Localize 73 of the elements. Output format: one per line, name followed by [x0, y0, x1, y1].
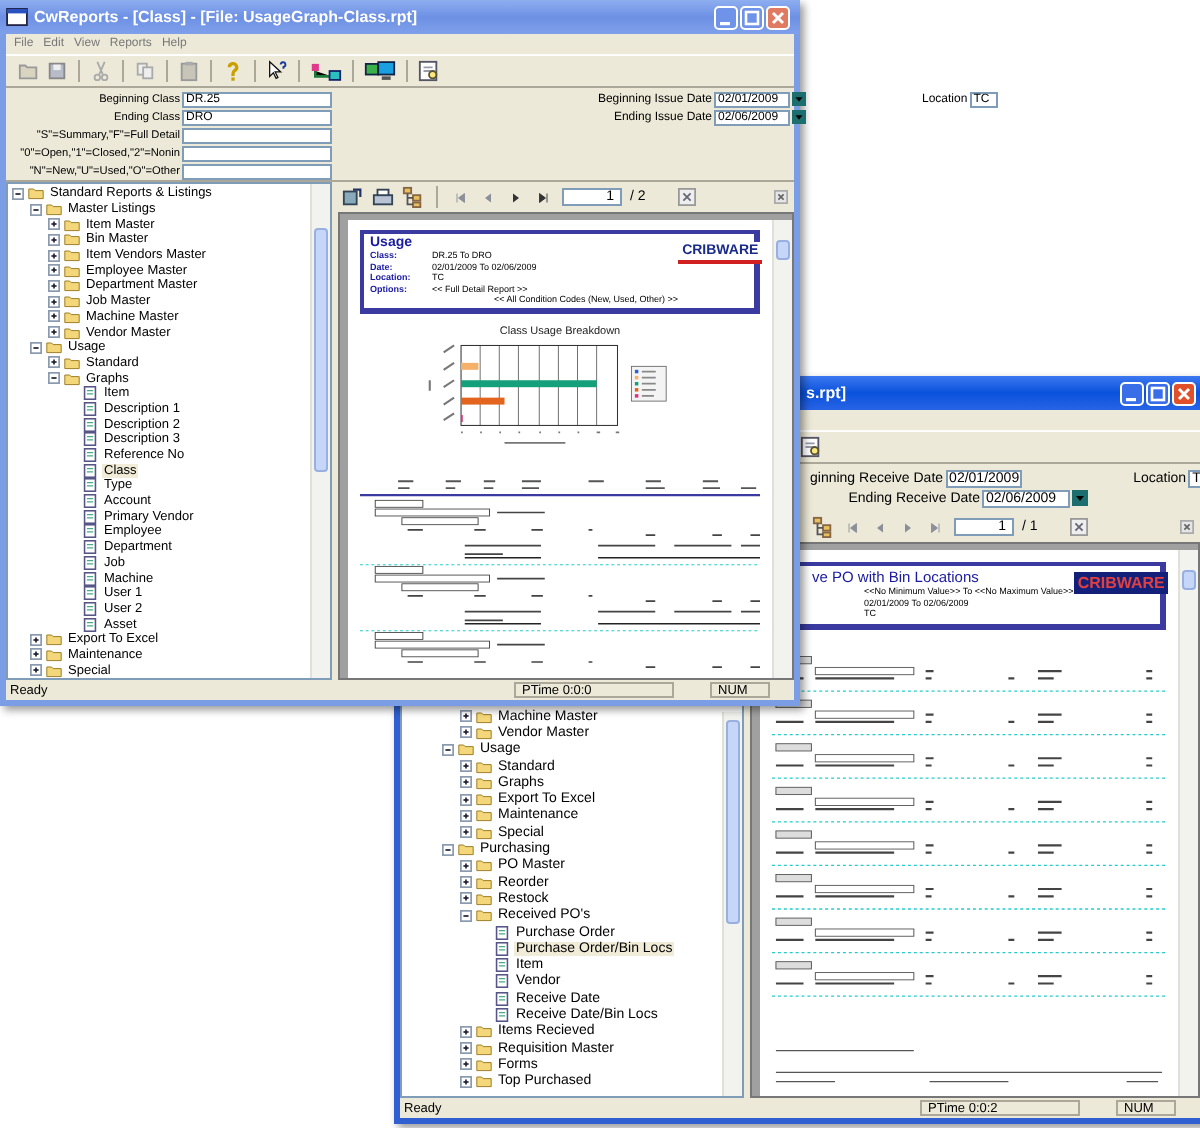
last-page-icon[interactable] [538, 191, 550, 203]
expander-icon[interactable] [48, 310, 60, 323]
maximize-button[interactable] [1146, 381, 1170, 405]
previous-page-icon[interactable] [482, 191, 494, 203]
expander-icon[interactable] [48, 218, 60, 231]
connection-icon[interactable] [310, 60, 342, 82]
app-icon [6, 8, 28, 26]
expander-icon[interactable] [48, 372, 60, 385]
expander-icon[interactable] [30, 341, 42, 354]
expander-icon[interactable] [460, 876, 472, 889]
expander-icon[interactable] [460, 826, 472, 839]
minimize-button[interactable] [1120, 381, 1144, 405]
expander-icon[interactable] [48, 264, 60, 277]
save-icon[interactable] [46, 60, 68, 82]
expander-icon[interactable] [48, 295, 60, 308]
export-icon[interactable] [342, 186, 364, 208]
close-icon[interactable] [1180, 520, 1194, 534]
tree-toggle-icon[interactable] [402, 186, 424, 208]
expander-icon[interactable] [460, 1042, 472, 1055]
close-button[interactable] [1172, 381, 1196, 405]
print-preview-icon[interactable] [800, 436, 822, 458]
tree-toggle-icon[interactable] [812, 516, 834, 538]
vertical-scrollbar[interactable] [772, 220, 792, 678]
vertical-scrollbar[interactable] [1178, 550, 1198, 1096]
input-field[interactable] [182, 163, 332, 179]
print-icon[interactable] [372, 186, 394, 208]
expander-icon[interactable] [12, 187, 24, 200]
expander-icon[interactable] [30, 664, 42, 677]
print-preview-icon[interactable] [418, 60, 440, 82]
previous-page-icon[interactable] [874, 521, 886, 533]
vertical-scrollbar[interactable] [722, 712, 742, 1096]
expander-icon[interactable] [48, 249, 60, 262]
expander-icon[interactable] [460, 859, 472, 872]
dropdown-button[interactable] [1072, 490, 1088, 506]
monitors-icon[interactable] [364, 60, 396, 82]
dropdown-button[interactable] [792, 92, 806, 106]
expander-icon[interactable] [460, 726, 472, 739]
company-logo: CRIBWARE [1073, 572, 1169, 594]
dropdown-button[interactable] [792, 110, 806, 124]
first-page-icon[interactable] [454, 191, 466, 203]
context-help-icon[interactable] [266, 60, 288, 82]
minimize-button[interactable] [714, 5, 738, 29]
first-page-icon[interactable] [846, 521, 858, 533]
stop-button[interactable] [1069, 518, 1088, 536]
expander-icon[interactable] [460, 710, 472, 723]
close-icon[interactable] [774, 190, 788, 204]
expander-icon[interactable] [460, 809, 472, 822]
input-field[interactable] [182, 127, 332, 143]
stop-button[interactable] [677, 188, 696, 206]
expander-icon[interactable] [442, 743, 454, 756]
expander-icon[interactable] [442, 843, 454, 856]
window-title: s.rpt] [806, 384, 846, 402]
expander-icon[interactable] [30, 203, 42, 216]
expander-icon[interactable] [460, 760, 472, 773]
vertical-scrollbar[interactable] [310, 184, 330, 678]
expander-icon[interactable] [460, 892, 472, 905]
maximize-button[interactable] [740, 5, 764, 29]
expander-icon[interactable] [30, 633, 42, 646]
window-title: CwReports - [Class] - [File: UsageGraph-Class.rpt] [34, 8, 418, 26]
next-page-icon[interactable] [510, 191, 522, 203]
expander-icon[interactable] [48, 233, 60, 246]
expander-icon[interactable] [460, 776, 472, 789]
expander-icon[interactable] [460, 909, 472, 922]
expander-icon[interactable] [48, 326, 60, 339]
close-button[interactable] [766, 5, 790, 29]
input-field[interactable] [182, 145, 332, 161]
expander-icon[interactable] [460, 793, 472, 806]
expander-icon[interactable] [48, 279, 60, 292]
expander-icon[interactable] [460, 1025, 472, 1038]
expander-icon[interactable] [460, 1058, 472, 1071]
expander-icon[interactable] [30, 648, 42, 661]
expander-icon[interactable] [460, 1075, 472, 1088]
expander-icon[interactable] [48, 356, 60, 369]
